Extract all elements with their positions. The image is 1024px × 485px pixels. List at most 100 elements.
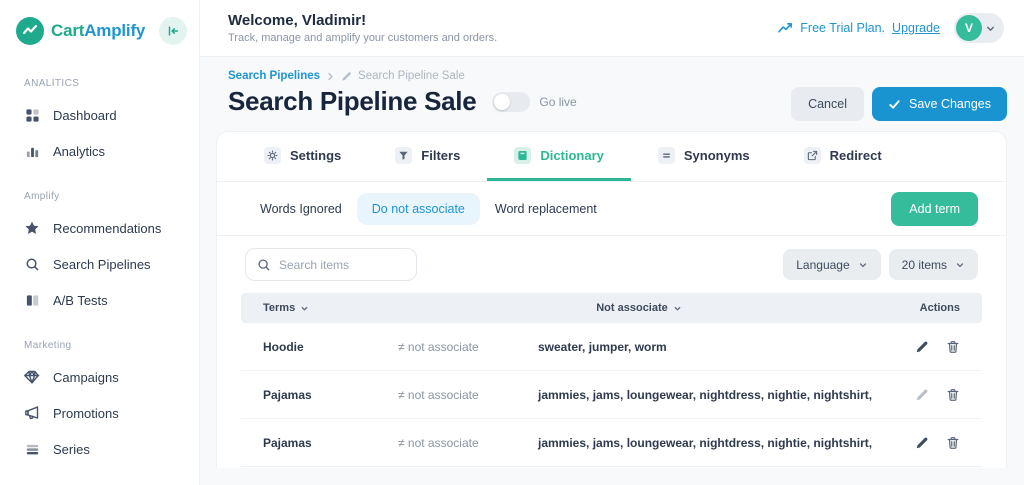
not-associate-marker: ≠ not associate (398, 340, 538, 354)
go-live-label: Go live (539, 95, 576, 109)
sidebar-item-label: Search Pipelines (53, 257, 151, 272)
top-header: Welcome, Vladimir! Track, manage and amp… (200, 0, 1024, 57)
pencil-icon[interactable] (341, 71, 352, 82)
term-cell: Pajamas (263, 436, 398, 450)
section-label-amplify: Amplify (24, 191, 185, 202)
sidebar-item-recommendations[interactable]: Recommendations (14, 210, 185, 246)
sidebar-item-analytics[interactable]: Analytics (14, 133, 185, 169)
book-icon (514, 147, 531, 164)
table-row: Pajamas ≠ not associate jammies, jams, l… (241, 371, 982, 419)
sidebar-item-label: Series (53, 442, 90, 457)
save-changes-button[interactable]: Save Changes (872, 87, 1007, 121)
rows-icon (24, 441, 40, 457)
sidebar-item-campaigns[interactable]: Campaigns (14, 359, 185, 395)
tab-label: Filters (421, 148, 460, 163)
cancel-button[interactable]: Cancel (791, 87, 864, 121)
subtab-words-ignored[interactable]: Words Ignored (245, 193, 357, 225)
not-associate-marker: ≠ not associate (398, 436, 538, 450)
terms-table: Terms Not associate Action (241, 293, 982, 467)
brand-name: CartAmplify (51, 21, 145, 41)
search-icon (24, 256, 40, 272)
sidebar-item-search-pipelines[interactable]: Search Pipelines (14, 246, 185, 282)
brand-logo[interactable]: CartAmplify (16, 17, 145, 45)
dictionary-subtabs: Words Ignored Do not associate Word repl… (217, 182, 1006, 236)
sidebar-item-dashboard[interactable]: Dashboard (14, 97, 185, 133)
language-dropdown[interactable]: Language (783, 249, 880, 280)
chevron-right-icon (326, 72, 335, 81)
sidebar-item-series[interactable]: Series (14, 431, 185, 467)
subtab-do-not-associate[interactable]: Do not associate (357, 193, 480, 225)
table-header: Terms Not associate Action (241, 293, 982, 323)
add-term-button[interactable]: Add term (891, 192, 978, 226)
equals-icon (658, 147, 675, 164)
subtab-word-replacement[interactable]: Word replacement (480, 193, 612, 225)
pipeline-card: Settings Filters Dictionary (216, 131, 1007, 468)
page-size-dropdown[interactable]: 20 items (889, 249, 978, 280)
sidebar-nav: ANALITICS Dashboard Analytics Amplify Re… (0, 48, 199, 485)
plan-text: Free Trial Plan. (800, 21, 885, 35)
term-cell: Hoodie (263, 340, 398, 354)
main-column: Welcome, Vladimir! Track, manage and amp… (200, 0, 1024, 485)
sidebar-item-label: A/B Tests (53, 293, 108, 308)
col-not-associate[interactable]: Not associate (398, 302, 880, 314)
tab-dictionary[interactable]: Dictionary (487, 132, 631, 181)
list-controls: Language 20 items (217, 236, 1006, 293)
tab-label: Redirect (830, 148, 882, 163)
sidebar-item-promotions[interactable]: Promotions (14, 395, 185, 431)
app-window: CartAmplify ANALITICS Dashboard Analytic… (0, 0, 1024, 485)
tab-bar: Settings Filters Dictionary (217, 132, 1006, 182)
sidebar-item-label: Dashboard (53, 108, 117, 123)
tab-redirect[interactable]: Redirect (777, 132, 909, 181)
brand-logo-icon (16, 17, 44, 45)
section-label-marketing: Marketing (24, 340, 185, 351)
breadcrumb-current: Search Pipeline Sale (358, 70, 465, 82)
breadcrumb: Search Pipelines Search Pipeline Sale (228, 70, 577, 82)
section-label-analytics: ANALITICS (24, 78, 185, 89)
tab-label: Settings (290, 148, 341, 163)
star-icon (24, 220, 40, 236)
megaphone-icon (24, 405, 40, 421)
col-terms[interactable]: Terms (263, 302, 398, 314)
trend-icon (778, 22, 793, 34)
tab-filters[interactable]: Filters (368, 132, 487, 181)
term-cell: Pajamas (263, 388, 398, 402)
tab-synonyms[interactable]: Synonyms (631, 132, 777, 181)
sidebar: CartAmplify ANALITICS Dashboard Analytic… (0, 0, 200, 485)
gear-icon (264, 147, 281, 164)
sidebar-item-label: Campaigns (53, 370, 119, 385)
chevron-down-icon (985, 23, 996, 34)
external-link-icon (804, 147, 821, 164)
avatar: V (956, 15, 982, 41)
breadcrumb-parent-link[interactable]: Search Pipelines (228, 70, 320, 82)
sidebar-item-label: Analytics (53, 144, 105, 159)
plan-banner: Free Trial Plan. Upgrade (778, 21, 940, 35)
page-title: Search Pipeline Sale (228, 86, 476, 117)
chevron-down-icon (300, 304, 309, 313)
edit-icon[interactable] (915, 388, 929, 402)
table-row: Hoodie ≠ not associate sweater, jumper, … (241, 323, 982, 371)
delete-icon[interactable] (946, 436, 960, 450)
user-menu[interactable]: V (954, 13, 1004, 43)
edit-icon[interactable] (915, 340, 929, 354)
ab-test-icon (24, 292, 40, 308)
tab-settings[interactable]: Settings (237, 132, 368, 181)
search-input[interactable] (279, 258, 405, 272)
delete-icon[interactable] (946, 388, 960, 402)
chevron-down-icon (673, 304, 682, 313)
tab-label: Synonyms (684, 148, 750, 163)
upgrade-link[interactable]: Upgrade (892, 21, 940, 35)
sidebar-item-label: Promotions (53, 406, 119, 421)
chevron-down-icon (955, 260, 965, 270)
delete-icon[interactable] (946, 340, 960, 354)
chevron-down-icon (858, 260, 868, 270)
table-row: Pajamas ≠ not associate jammies, jams, l… (241, 419, 982, 467)
funnel-icon (395, 147, 412, 164)
search-box (245, 248, 417, 281)
sidebar-item-ab-tests[interactable]: A/B Tests (14, 282, 185, 318)
grid-icon (24, 107, 40, 123)
welcome-subtitle: Track, manage and amplify your customers… (228, 32, 497, 44)
tab-label: Dictionary (540, 148, 604, 163)
go-live-toggle[interactable] (492, 92, 530, 112)
edit-icon[interactable] (915, 436, 929, 450)
sidebar-collapse-icon[interactable] (159, 17, 187, 45)
